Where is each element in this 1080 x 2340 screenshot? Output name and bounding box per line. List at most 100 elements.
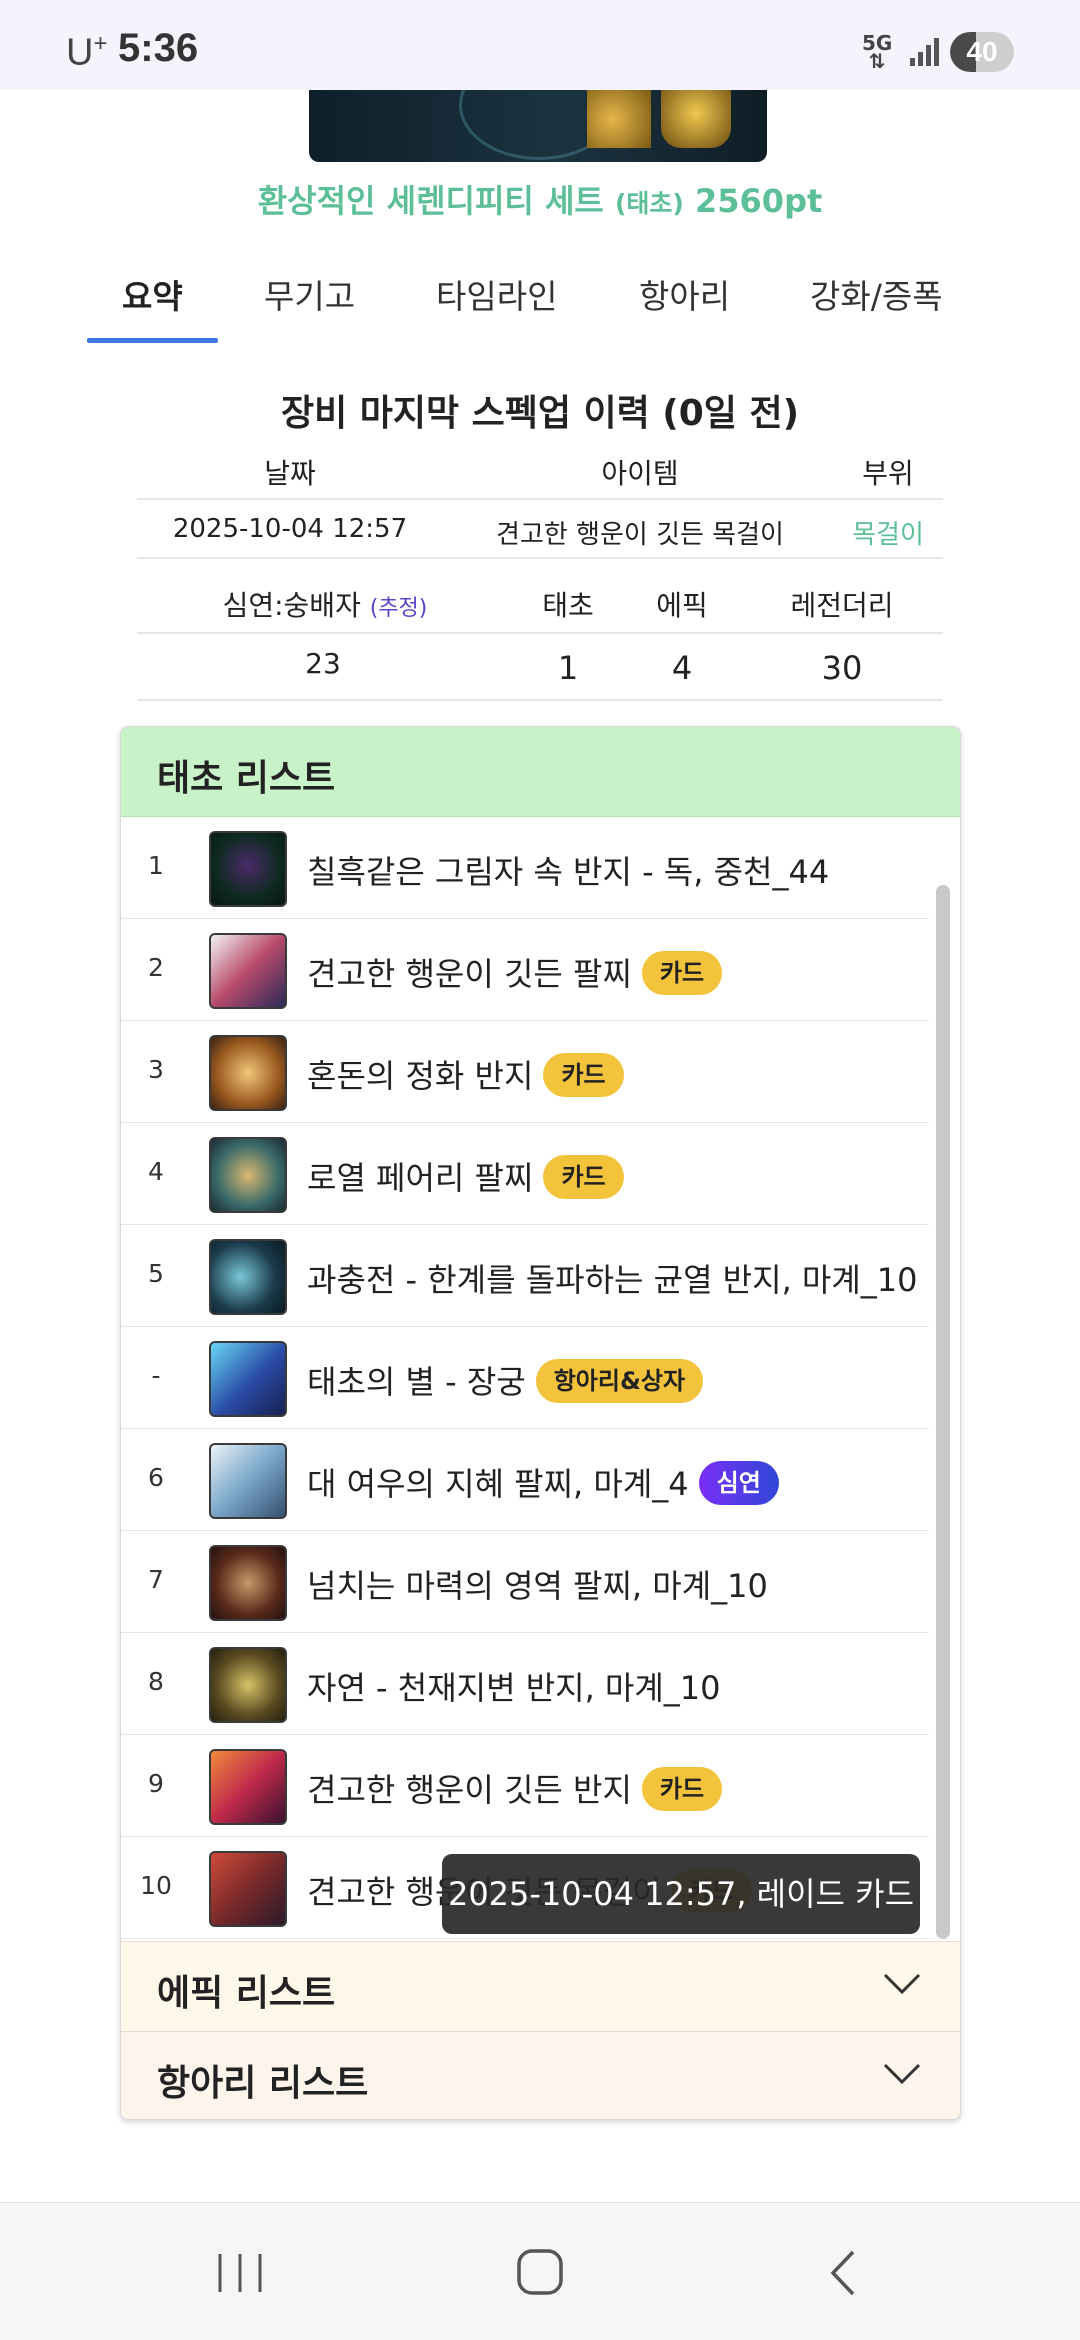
list-item[interactable]: 2 견고한 행운이 깃든 팔찌 카드: [121, 919, 929, 1021]
item-name: 과충전 - 한계를 돌파하는 균열 반지, 마계_10: [307, 1255, 918, 1301]
item-name: 자연 - 천재지변 반지, 마계_10: [307, 1663, 721, 1709]
source-badge: 카드: [641, 951, 723, 995]
carrier-label: U+: [66, 30, 108, 74]
col-header-taecho: 태초: [542, 589, 594, 622]
lucky-necklace-icon: [209, 1851, 287, 1927]
clock: 5:36: [118, 26, 199, 70]
back-icon[interactable]: [815, 2248, 875, 2298]
mana-bracelet-icon: [209, 1545, 287, 1621]
taecho-count: 1: [557, 649, 579, 687]
epic-list-header[interactable]: 에픽 리스트: [121, 1941, 960, 2031]
divider: [137, 498, 943, 500]
lucky-ring-icon: [209, 1749, 287, 1825]
col-header-legendary: 레전더리: [790, 589, 894, 622]
item-name-text: 자연 - 천재지변 반지, 마계_10: [307, 1669, 721, 1707]
source-badge: 심연: [698, 1461, 779, 1505]
jar-list-header[interactable]: 항아리 리스트: [121, 2031, 960, 2119]
specup-slot: 목걸이: [852, 520, 924, 550]
col-header-simyeon: 심연:숭배자 (추정): [222, 589, 428, 622]
set-banner-image: [309, 90, 767, 162]
source-badge: 항아리&상자: [535, 1359, 704, 1403]
list-item[interactable]: 8 자연 - 천재지변 반지, 마계_10: [121, 1633, 929, 1735]
taecho-list-header[interactable]: 태초 리스트: [121, 727, 960, 817]
item-name-text: 대 여우의 지혜 팔찌, 마계_4: [307, 1465, 689, 1503]
item-name-text: 로열 페어리 팔찌: [307, 1159, 534, 1197]
specup-title: 장비 마지막 스펙업 이력 (0일 전): [280, 393, 800, 434]
col-header-date: 날짜: [264, 457, 316, 490]
item-name-text: 칠흑같은 그림자 속 반지 - 독, 중천_44: [307, 853, 830, 891]
legendary-count: 30: [821, 649, 863, 687]
list-item[interactable]: 5 과충전 - 한계를 돌파하는 균열 반지, 마계_10: [121, 1225, 929, 1327]
chevron-down-icon: [883, 1973, 921, 1995]
simyeon-count: 23: [305, 647, 341, 680]
item-name: 로열 페어리 팔찌 카드: [307, 1153, 624, 1202]
tab-bar: 요약 무기고 타임라인 항아리 강화/증폭: [0, 262, 1080, 344]
item-name-text: 견고한 행운이 깃든 반지: [307, 1771, 632, 1809]
tab-jar[interactable]: 항아리: [639, 270, 730, 318]
source-badge: 카드: [641, 1767, 723, 1811]
recent-apps-icon[interactable]: [210, 2248, 270, 2298]
status-bar: U+ 5:36 5G ⇅ 40: [0, 0, 1080, 90]
item-index: 5: [148, 1259, 164, 1288]
item-name-text: 혼돈의 정화 반지: [307, 1057, 534, 1095]
item-index: 6: [148, 1463, 164, 1492]
lucky-bracelet-icon: [209, 933, 287, 1009]
list-item[interactable]: - 태초의 별 - 장궁 항아리&상자: [121, 1327, 929, 1429]
battery-icon: 40: [950, 32, 1014, 72]
home-icon[interactable]: [510, 2248, 570, 2298]
tab-enhance[interactable]: 강화/증폭: [810, 270, 943, 318]
list-item[interactable]: 3 혼돈의 정화 반지 카드: [121, 1021, 929, 1123]
divider: [137, 699, 943, 701]
longbow-icon: [209, 1341, 287, 1417]
jar-list-title: 항아리 리스트: [157, 2063, 369, 2104]
epic-count: 4: [671, 649, 693, 687]
list-item[interactable]: 9 견고한 행운이 깃든 반지 카드: [121, 1735, 929, 1837]
item-name: 견고한 행운이 깃든 반지 카드: [307, 1765, 723, 1814]
col-header-epic: 에픽: [656, 589, 708, 622]
list-item[interactable]: 4 로열 페어리 팔찌 카드: [121, 1123, 929, 1225]
divider: [137, 557, 943, 559]
item-index: 7: [148, 1565, 164, 1594]
item-name-text: 태초의 별 - 장궁: [307, 1363, 526, 1401]
source-badge: 카드: [543, 1053, 624, 1097]
set-item-icon: [587, 90, 651, 148]
estimate-label: (추정): [369, 596, 428, 621]
item-index: 1: [148, 851, 164, 880]
dark-ring-icon: [209, 831, 287, 907]
fox-bracelet-icon: [209, 1443, 287, 1519]
battery-level: 40: [966, 36, 998, 67]
chaos-ring-icon: [209, 1035, 287, 1111]
tab-summary[interactable]: 요약: [122, 270, 183, 318]
item-index: 2: [148, 953, 164, 982]
nature-ring-icon: [209, 1647, 287, 1723]
overcharge-ring-icon: [209, 1239, 287, 1315]
tab-armory[interactable]: 무기고: [264, 270, 355, 318]
col-header-item: 아이템: [601, 457, 679, 490]
item-index: 3: [148, 1055, 164, 1084]
epic-list-title: 에픽 리스트: [157, 1973, 336, 2014]
item-name-text: 과충전 - 한계를 돌파하는 균열 반지, 마계_10: [307, 1261, 918, 1299]
item-index: 9: [148, 1769, 164, 1798]
signal-icon: [910, 38, 939, 66]
taecho-list-title: 태초 리스트: [157, 758, 336, 799]
active-tab-indicator: [87, 338, 218, 343]
list-item[interactable]: 7 넘치는 마력의 영역 팔찌, 마계_10: [121, 1531, 929, 1633]
list-item[interactable]: 1 칠흑같은 그림자 속 반지 - 독, 중천_44: [121, 817, 929, 919]
specup-date: 2025-10-04 12:57: [172, 514, 408, 544]
system-nav-bar: [0, 2202, 1080, 2340]
item-index: 10: [140, 1871, 172, 1900]
set-item-icon: [661, 90, 731, 148]
item-name: 칠흑같은 그림자 속 반지 - 독, 중천_44: [307, 847, 829, 893]
item-name: 태초의 별 - 장궁 항아리&상자: [307, 1357, 704, 1406]
source-badge: 카드: [543, 1155, 624, 1199]
item-index: -: [151, 1361, 161, 1390]
item-name-text: 넘치는 마력의 영역 팔찌, 마계_10: [307, 1567, 768, 1605]
scrollbar[interactable]: [936, 885, 950, 1939]
tooltip: 2025-10-04 12:57, 레이드 카드: [442, 1854, 920, 1934]
divider: [137, 632, 943, 634]
item-index: 4: [148, 1157, 164, 1186]
list-item[interactable]: 6 대 여우의 지혜 팔찌, 마계_4 심연: [121, 1429, 929, 1531]
col-header-slot: 부위: [862, 457, 914, 490]
tab-timeline[interactable]: 타임라인: [436, 270, 557, 318]
network-5g-icon: 5G ⇅: [862, 31, 893, 73]
